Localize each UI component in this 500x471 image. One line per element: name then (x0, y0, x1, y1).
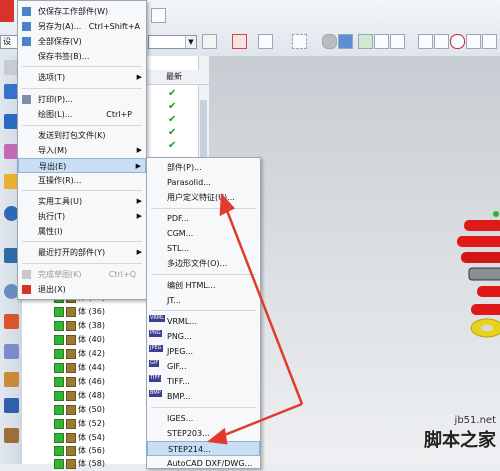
annotation-overlay (206, 192, 304, 445)
arrow-line-up (224, 207, 304, 405)
arrow-head-up-icon (219, 192, 236, 217)
red-arrows (206, 192, 304, 445)
arrow-line-step (221, 402, 303, 438)
watermark: jb51.net 脚本之家 (424, 415, 496, 451)
arrow-head-step-icon (206, 427, 228, 445)
